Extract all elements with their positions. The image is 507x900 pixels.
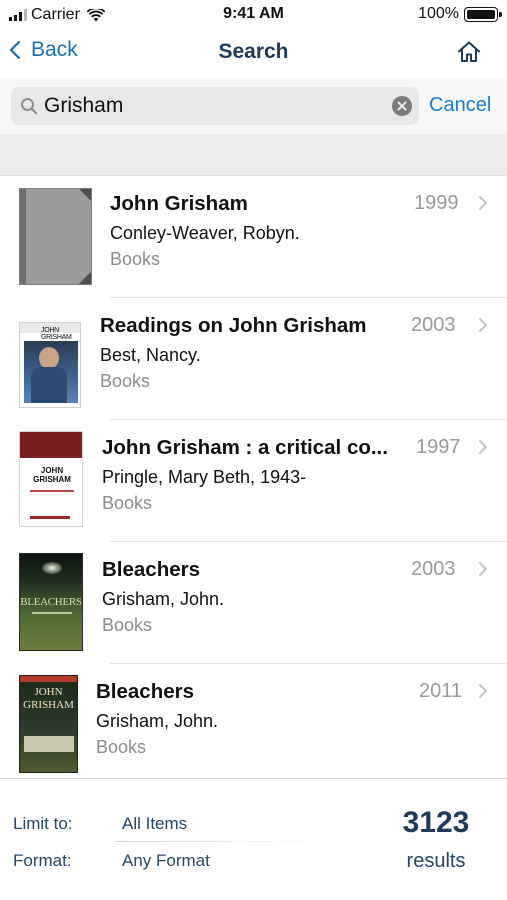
search-bar: Cancel bbox=[0, 78, 507, 134]
book-cover: JOHN GRISHAM bbox=[19, 675, 78, 773]
result-year: 2003 bbox=[411, 558, 456, 580]
list-item[interactable]: JOHN GRISHAM Readings on John Grisham Be… bbox=[0, 298, 507, 420]
result-title: John Grisham bbox=[110, 192, 248, 215]
cancel-button[interactable]: Cancel bbox=[429, 94, 491, 117]
result-type: Books bbox=[96, 737, 147, 757]
result-type: Books bbox=[102, 493, 153, 513]
result-year: 2003 bbox=[411, 314, 456, 336]
result-author: Best, Nancy. bbox=[100, 345, 201, 365]
results-footer: Limit to: All Items Format: Any Format 3… bbox=[0, 778, 507, 900]
status-right: 100% bbox=[418, 5, 502, 23]
status-bar: Carrier 9:41 AM 100% bbox=[0, 0, 507, 30]
result-title: Bleachers bbox=[102, 558, 201, 581]
limit-label: Limit to: bbox=[13, 814, 73, 833]
result-title: Bleachers bbox=[96, 680, 195, 703]
book-cover: JOHN GRISHAM bbox=[19, 431, 83, 527]
search-input[interactable] bbox=[44, 92, 384, 120]
chevron-right-icon bbox=[479, 318, 487, 332]
navigation-bar: Back Search bbox=[0, 30, 507, 76]
page-title: Search bbox=[218, 40, 289, 63]
result-title: Readings on John Grisham bbox=[100, 314, 367, 337]
list-item[interactable]: John Grisham Conley-Weaver, Robyn. Books… bbox=[0, 176, 507, 298]
battery-icon bbox=[464, 6, 502, 22]
result-author: Grisham, John. bbox=[102, 589, 225, 609]
result-year: 1999 bbox=[414, 192, 459, 214]
book-cover: JOHN GRISHAM bbox=[19, 322, 81, 408]
result-year: 1997 bbox=[416, 436, 461, 458]
limit-selector[interactable]: All Items bbox=[122, 814, 187, 834]
results-list: John Grisham Conley-Weaver, Robyn. Books… bbox=[0, 176, 507, 777]
chevron-right-icon bbox=[479, 440, 487, 454]
footer-divider bbox=[115, 841, 335, 842]
search-icon bbox=[21, 98, 38, 115]
book-cover: BLEACHERS bbox=[19, 553, 83, 651]
clear-icon[interactable] bbox=[392, 96, 412, 116]
format-selector[interactable]: Any Format bbox=[122, 851, 210, 871]
result-type: Books bbox=[110, 249, 161, 269]
list-item[interactable]: JOHN GRISHAM John Grisham : a critical c… bbox=[0, 420, 507, 542]
result-type: Books bbox=[102, 615, 153, 635]
battery-percent: 100% bbox=[418, 5, 459, 22]
search-field[interactable] bbox=[11, 87, 419, 125]
cover-text: JOHN GRISHAM bbox=[23, 686, 74, 711]
home-icon[interactable] bbox=[456, 39, 482, 65]
result-type: Books bbox=[100, 371, 151, 391]
list-item[interactable]: BLEACHERS Bleachers Grisham, John. Books… bbox=[0, 542, 507, 664]
result-title: John Grisham : a critical co... bbox=[102, 436, 388, 459]
format-label: Format: bbox=[13, 851, 72, 870]
list-item[interactable]: JOHN GRISHAM Bleachers Grisham, John. Bo… bbox=[0, 664, 507, 777]
chevron-right-icon bbox=[479, 562, 487, 576]
chevron-right-icon bbox=[479, 684, 487, 698]
book-cover bbox=[19, 188, 92, 285]
result-author: Grisham, John. bbox=[96, 711, 219, 731]
result-author: Pringle, Mary Beth, 1943- bbox=[102, 467, 307, 487]
result-author: Conley-Weaver, Robyn. bbox=[110, 223, 300, 243]
cover-text: JOHN GRISHAM bbox=[33, 466, 71, 484]
result-count: 3123 bbox=[402, 806, 470, 839]
section-header bbox=[0, 134, 507, 176]
cover-text: BLEACHERS bbox=[20, 596, 82, 608]
cover-text: JOHN GRISHAM bbox=[41, 327, 72, 341]
chevron-right-icon bbox=[479, 196, 487, 210]
result-year: 2011 bbox=[419, 680, 463, 702]
result-count-label: results bbox=[406, 850, 466, 872]
